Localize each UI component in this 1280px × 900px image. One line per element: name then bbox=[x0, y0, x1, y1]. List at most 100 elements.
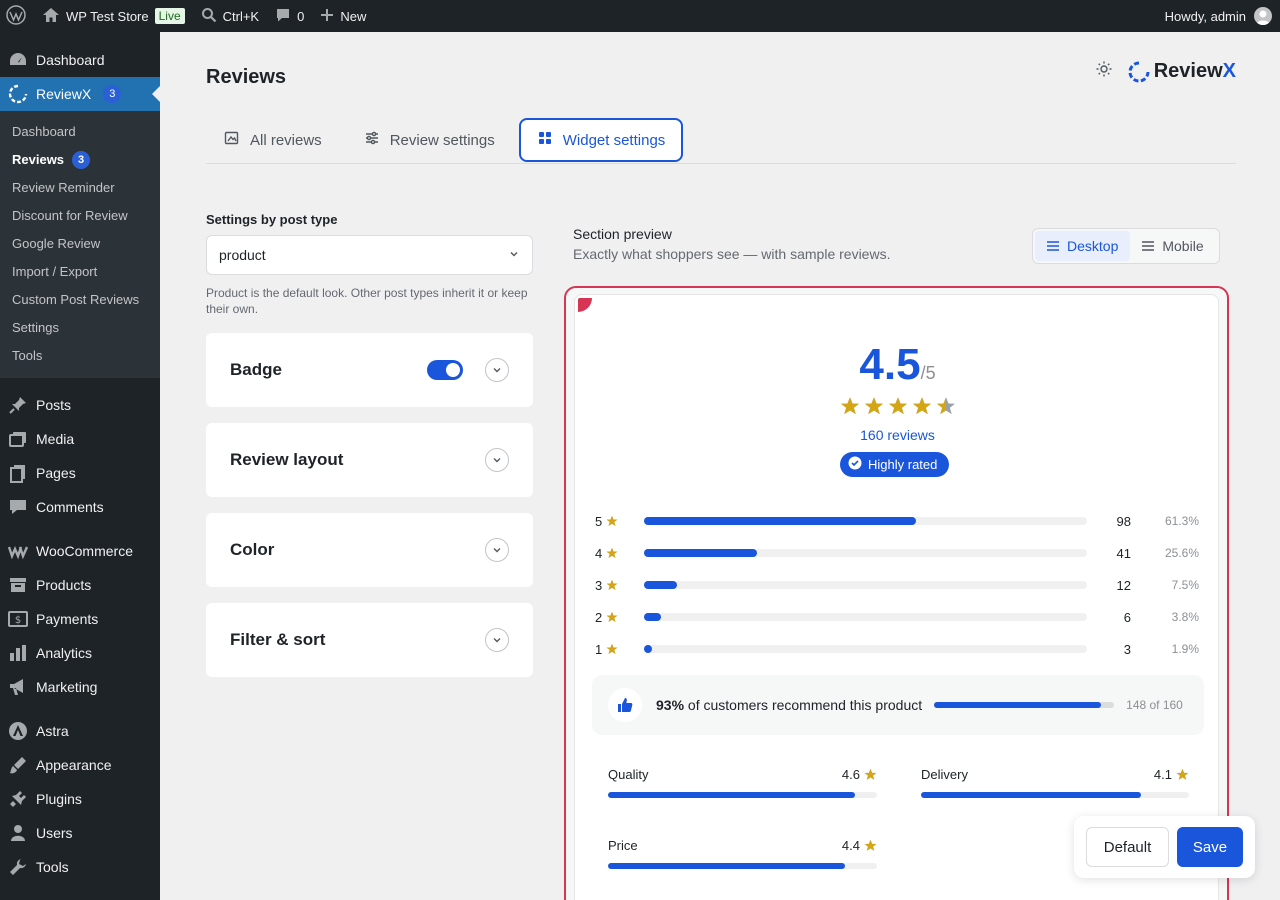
sidebar-item-products[interactable]: Products bbox=[0, 568, 160, 602]
attribute-bar-fill bbox=[921, 792, 1141, 798]
tab-review-settings[interactable]: Review settings bbox=[346, 118, 513, 162]
sidebar-item-comments[interactable]: Comments bbox=[0, 490, 160, 524]
post-type-value: product bbox=[219, 247, 266, 263]
submenu-google-review[interactable]: Google Review bbox=[0, 230, 160, 258]
star-level: 3 bbox=[595, 578, 623, 593]
sidebar-item-marketing[interactable]: Marketing bbox=[0, 670, 160, 704]
theme-toggle-sun-icon[interactable] bbox=[1096, 61, 1112, 82]
sidebar-item-woocommerce[interactable]: WooCommerce bbox=[0, 534, 160, 568]
sidebar-item-plugins[interactable]: Plugins bbox=[0, 782, 160, 816]
star-icon bbox=[606, 515, 618, 526]
post-type-select[interactable]: product bbox=[206, 235, 533, 275]
submenu-dashboard[interactable]: Dashboard bbox=[0, 118, 160, 146]
wordpress-icon bbox=[6, 4, 26, 28]
svg-text:$: $ bbox=[15, 615, 21, 626]
sidebar-item-appearance[interactable]: Appearance bbox=[0, 748, 160, 782]
search-command-button[interactable]: Ctrl+K bbox=[193, 0, 267, 32]
highly-rated-badge: Highly rated bbox=[840, 452, 950, 477]
tab-widget-settings[interactable]: Widget settings bbox=[518, 118, 684, 162]
comments-link[interactable]: 0 bbox=[267, 0, 312, 32]
device-mobile-button[interactable]: Mobile bbox=[1130, 231, 1215, 261]
sidebar-item-label: Astra bbox=[36, 723, 69, 739]
star-icon bbox=[1176, 768, 1189, 780]
device-desktop-button[interactable]: Desktop bbox=[1035, 231, 1131, 261]
rating-distribution: 5 98 61.3% 4 41 25.6% 3 12 7.5% 2 6 3.8% 1 3 1.9% bbox=[595, 505, 1200, 665]
page-title: Reviews bbox=[206, 66, 287, 88]
star-icon bbox=[936, 397, 955, 415]
recommend-ratio: 148 of 160 bbox=[1126, 698, 1183, 712]
expand-chevron-icon[interactable] bbox=[485, 628, 509, 652]
expand-chevron-icon[interactable] bbox=[485, 358, 509, 382]
sidebar-item-media[interactable]: Media bbox=[0, 422, 160, 456]
attribute-name: Delivery bbox=[921, 767, 968, 782]
submenu-discount-for-review[interactable]: Discount for Review bbox=[0, 202, 160, 230]
settings-column: Settings by post type product Product is… bbox=[206, 212, 533, 677]
pages-icon bbox=[8, 463, 28, 483]
accordion-color[interactable]: Color bbox=[206, 513, 533, 587]
expand-chevron-icon[interactable] bbox=[485, 538, 509, 562]
star-icon bbox=[864, 397, 883, 415]
device-switch: Desktop Mobile bbox=[1032, 228, 1220, 264]
sidebar-item-tools[interactable]: Tools bbox=[0, 850, 160, 884]
howdy-text: Howdy, admin bbox=[1164, 8, 1246, 24]
wp-logo-button[interactable] bbox=[0, 0, 34, 32]
rating-stars bbox=[575, 396, 1220, 416]
submenu-review-reminder[interactable]: Review Reminder bbox=[0, 174, 160, 202]
site-name-link[interactable]: WP Test Store Live bbox=[34, 0, 193, 32]
sidebar-item-reviewx[interactable]: ReviewX 3 bbox=[0, 77, 160, 111]
submenu-tools[interactable]: Tools bbox=[0, 342, 160, 370]
accordion-badge[interactable]: Badge bbox=[206, 333, 533, 407]
tab-all-reviews[interactable]: All reviews bbox=[206, 118, 340, 162]
attribute-name: Price bbox=[608, 838, 638, 853]
paintbrush-icon bbox=[8, 755, 28, 775]
menu-lines-icon bbox=[1142, 238, 1155, 254]
star-icon bbox=[606, 643, 618, 654]
accordion-review-layout[interactable]: Review layout bbox=[206, 423, 533, 497]
distribution-percent: 25.6% bbox=[1164, 546, 1199, 560]
attribute-bar-fill bbox=[608, 863, 845, 869]
device-label: Mobile bbox=[1162, 238, 1204, 254]
home-icon bbox=[42, 7, 60, 26]
badge-toggle[interactable] bbox=[427, 360, 463, 380]
woocommerce-icon bbox=[8, 541, 28, 561]
admin-sidebar: Dashboard ReviewX 3 Dashboard Reviews 3 … bbox=[0, 32, 160, 900]
sidebar-item-payments[interactable]: $ Payments bbox=[0, 602, 160, 636]
accordion-filter-sort[interactable]: Filter & sort bbox=[206, 603, 533, 677]
submenu-reviews-label: Reviews bbox=[12, 152, 65, 167]
sidebar-item-label: Media bbox=[36, 431, 75, 447]
sidebar-item-label: Users bbox=[36, 825, 73, 841]
star-icon bbox=[912, 397, 931, 415]
sidebar-item-pages[interactable]: Pages bbox=[0, 456, 160, 490]
default-button[interactable]: Default bbox=[1086, 827, 1169, 867]
save-button[interactable]: Save bbox=[1177, 827, 1243, 867]
my-account-link[interactable]: Howdy, admin bbox=[1165, 0, 1272, 32]
submenu-settings[interactable]: Settings bbox=[0, 314, 160, 342]
save-panel: Default Save bbox=[1074, 816, 1255, 878]
preview-widget-card: 4.5/5 160 reviews Highly rated 5 98 61.3% 4… bbox=[574, 294, 1219, 900]
media-icon bbox=[8, 429, 28, 449]
new-content-link[interactable]: New bbox=[312, 0, 374, 32]
sidebar-item-analytics[interactable]: Analytics bbox=[0, 636, 160, 670]
tab-label: Widget settings bbox=[562, 131, 666, 149]
preview-subtitle: Exactly what shoppers see — with sample … bbox=[573, 246, 891, 262]
device-label: Desktop bbox=[1067, 238, 1119, 254]
star-level: 4 bbox=[595, 546, 623, 561]
sidebar-item-label: Posts bbox=[36, 397, 72, 413]
submenu-custom-post-reviews[interactable]: Custom Post Reviews bbox=[0, 286, 160, 314]
sidebar-item-posts[interactable]: Posts bbox=[0, 388, 160, 422]
expand-chevron-icon[interactable] bbox=[485, 448, 509, 472]
submenu-import-export[interactable]: Import / Export bbox=[0, 258, 160, 286]
sidebar-item-astra[interactable]: Astra bbox=[0, 714, 160, 748]
submenu-reviews[interactable]: Reviews 3 bbox=[0, 146, 160, 174]
distribution-count: 41 bbox=[1116, 545, 1131, 561]
dashboard-gauge-icon bbox=[8, 50, 28, 70]
sidebar-item-label: Analytics bbox=[36, 645, 93, 661]
reviews-count-link[interactable]: 160 reviews bbox=[575, 427, 1220, 443]
sidebar-item-dashboard[interactable]: Dashboard bbox=[0, 43, 160, 77]
sidebar-item-label: Appearance bbox=[36, 757, 112, 773]
distribution-row: 2 6 3.8% bbox=[595, 601, 1200, 633]
sidebar-item-users[interactable]: Users bbox=[0, 816, 160, 850]
attribute-bar bbox=[608, 863, 877, 869]
star-level: 2 bbox=[595, 610, 623, 625]
comments-count: 0 bbox=[297, 8, 305, 24]
